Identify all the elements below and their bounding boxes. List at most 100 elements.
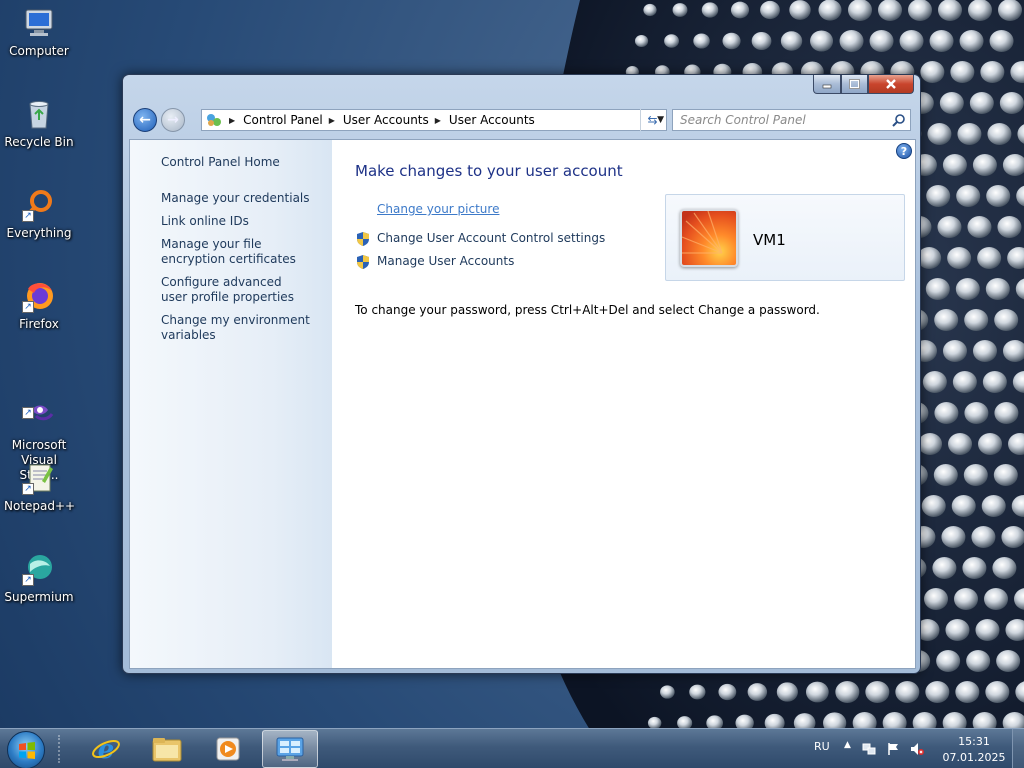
search-input[interactable]: Search Control Panel: [672, 109, 911, 131]
wallpaper-disc: [835, 681, 860, 703]
password-instructions: To change your password, press Ctrl+Alt+…: [355, 303, 820, 317]
wallpaper-disc: [996, 650, 1021, 672]
breadcrumb-control-panel[interactable]: Control Panel: [243, 113, 323, 127]
taskbar-grip: [58, 735, 64, 763]
caption-buttons: [813, 75, 914, 95]
wallpaper-disc: [936, 650, 961, 672]
wallpaper-disc: [925, 681, 950, 703]
back-arrow-icon: ←: [139, 112, 151, 128]
taskbar-control-panel[interactable]: [262, 730, 318, 768]
folder-icon: [152, 738, 182, 762]
wallpaper-disc: [989, 30, 1014, 52]
wallpaper-disc: [945, 619, 970, 641]
wallpaper-disc: [839, 30, 864, 52]
internet-explorer-icon: e: [92, 735, 120, 764]
address-bar[interactable]: ▶ Control Panel ▶ User Accounts ▶ User A…: [201, 109, 667, 131]
breadcrumb-separator-icon: ▶: [328, 115, 335, 125]
everything-search-icon: ↗: [22, 188, 56, 222]
wallpaper-disc: [921, 495, 946, 517]
shortcut-arrow-icon: ↗: [22, 407, 34, 419]
taskbar-internet-explorer[interactable]: e: [78, 730, 134, 768]
wallpaper-disc: [929, 30, 954, 52]
refresh-button[interactable]: ⇆: [640, 109, 664, 131]
wallpaper-disc: [992, 557, 1017, 579]
language-indicator[interactable]: RU: [814, 740, 830, 753]
uac-settings-link[interactable]: Change User Account Control settings: [377, 231, 605, 245]
network-icon[interactable]: [862, 742, 876, 756]
wallpaper-disc: [760, 0, 780, 20]
close-button[interactable]: [868, 75, 914, 94]
volume-muted-icon[interactable]: [910, 742, 924, 756]
wallpaper-disc: [933, 464, 958, 486]
breadcrumb-user-accounts[interactable]: User Accounts: [343, 113, 429, 127]
wallpaper-disc: [878, 0, 902, 21]
start-button[interactable]: [7, 731, 45, 768]
desktop-icon-everything[interactable]: ↗ Everything: [4, 188, 74, 241]
taskbar-media-player[interactable]: [200, 730, 256, 768]
wallpaper-disc: [937, 216, 962, 238]
wallpaper-disc: [810, 30, 834, 52]
back-button[interactable]: ←: [133, 108, 157, 132]
wallpaper-disc: [998, 0, 1022, 21]
wallpaper-disc: [986, 185, 1011, 207]
clock-date: 07.01.2025: [942, 751, 1006, 764]
refresh-icon: ⇆: [647, 113, 658, 127]
minimize-button[interactable]: [813, 75, 841, 94]
main-pane: ? Make changes to your user account Chan…: [332, 140, 915, 668]
link-online-ids-link[interactable]: Link online IDs: [161, 214, 326, 229]
advanced-profile-properties-link[interactable]: Configure advanced user profile properti…: [161, 275, 311, 305]
wallpaper-disc: [789, 0, 811, 20]
file-encryption-certificates-link[interactable]: Manage your file encryption certificates: [161, 237, 321, 267]
desktop-icon-label: Notepad++: [4, 499, 76, 513]
change-picture-link[interactable]: Change your picture: [377, 202, 499, 216]
wallpaper-disc: [918, 433, 943, 455]
notepad-plus-plus-icon: ↗: [22, 461, 56, 495]
control-panel-icon: [276, 737, 304, 761]
desktop-icon-notepad-plus-plus[interactable]: ↗ Notepad++: [4, 461, 76, 514]
wallpaper-disc: [954, 588, 979, 610]
wallpaper-disc: [718, 683, 737, 701]
manage-credentials-link[interactable]: Manage your credentials: [161, 191, 326, 206]
search-placeholder: Search Control Panel: [680, 113, 806, 127]
wallpaper-disc: [941, 526, 966, 548]
environment-variables-link[interactable]: Change my environment variables: [161, 313, 311, 343]
wallpaper-disc: [981, 495, 1006, 517]
wallpaper-disc: [934, 402, 959, 424]
wallpaper-disc: [920, 61, 945, 83]
manage-user-accounts-link[interactable]: Manage User Accounts: [377, 254, 514, 268]
search-icon[interactable]: [892, 113, 906, 127]
wallpaper-disc: [664, 34, 679, 48]
wallpaper-disc: [980, 61, 1005, 83]
wallpaper-disc: [964, 309, 989, 331]
forward-arrow-icon: →: [167, 112, 179, 128]
user-picture[interactable]: [680, 209, 738, 267]
show-desktop-button[interactable]: [1012, 729, 1024, 768]
wallpaper-disc: [672, 3, 688, 17]
navigation-bar: ← → ▶ Control Panel ▶ User Accounts ▶ Us…: [131, 106, 912, 134]
clock[interactable]: 15:31 07.01.2025: [942, 734, 1006, 766]
help-icon[interactable]: ?: [896, 143, 912, 159]
show-hidden-icons-icon[interactable]: ▲: [844, 740, 851, 750]
wallpaper-disc: [925, 278, 950, 300]
desktop-icon-computer[interactable]: Computer: [4, 6, 74, 59]
clock-time: 15:31: [958, 735, 990, 748]
wallpaper-disc: [939, 92, 964, 114]
recycle-bin-icon: [22, 97, 56, 131]
control-panel-home-link[interactable]: Control Panel Home: [161, 155, 326, 170]
taskbar-windows-explorer[interactable]: [139, 730, 195, 768]
wallpaper-disc: [966, 650, 991, 672]
breadcrumb-user-accounts-current[interactable]: User Accounts: [449, 113, 535, 127]
breadcrumb-separator-icon: ▶: [229, 115, 236, 125]
wallpaper-disc: [922, 371, 947, 393]
desktop-icon-firefox[interactable]: ↗ Firefox: [4, 279, 74, 332]
wallpaper-disc: [693, 33, 710, 49]
action-center-flag-icon[interactable]: [886, 742, 900, 756]
wallpaper-disc: [999, 92, 1024, 114]
desktop-icon-supermium[interactable]: ↗ Supermium: [4, 552, 74, 605]
minimize-icon: [822, 84, 832, 89]
wallpaper-disc: [950, 61, 975, 83]
maximize-button[interactable]: [841, 75, 868, 94]
desktop-icon-recycle-bin[interactable]: Recycle Bin: [4, 97, 74, 150]
forward-button[interactable]: →: [161, 108, 185, 132]
wallpaper-disc: [643, 3, 657, 17]
